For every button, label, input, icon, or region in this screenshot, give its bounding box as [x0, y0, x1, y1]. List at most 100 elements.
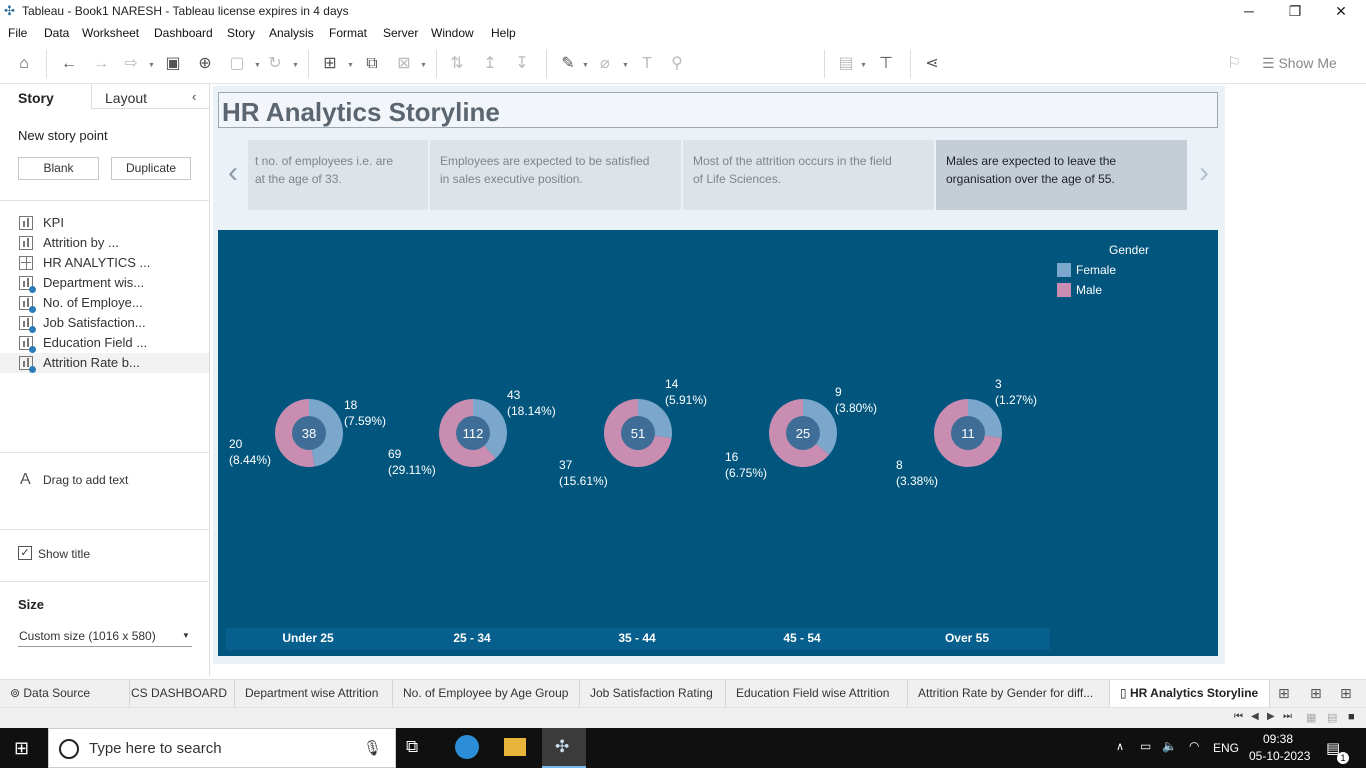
microphone-icon[interactable]: 🎙 — [363, 739, 382, 757]
edge-browser-icon[interactable] — [455, 735, 479, 759]
duplicate-sheet-icon[interactable]: ⧉ — [362, 54, 382, 74]
tableau-taskbar-icon[interactable]: ✣ — [542, 728, 586, 768]
story-point-caption[interactable]: Employees are expected to be satisfied in… — [430, 140, 681, 210]
sort-descending-icon[interactable]: ↧ — [512, 54, 532, 74]
story-point-caption[interactable]: Most of the attrition occurs in the fiel… — [683, 140, 934, 210]
new-worksheet-tab-icon[interactable]: ⊞ — [1278, 685, 1290, 702]
taskbar-search[interactable]: Type here to search 🎙 — [48, 728, 396, 768]
new-dashboard-tab-icon[interactable]: ⊞ — [1310, 685, 1322, 702]
replay-icon[interactable]: ⇨ — [121, 54, 141, 74]
next-sheet-icon[interactable]: ▶ — [1267, 711, 1275, 722]
language-indicator[interactable]: ENG — [1213, 741, 1239, 755]
menu-dashboard[interactable]: Dashboard — [154, 26, 213, 40]
story-title-box[interactable]: HR Analytics Storyline — [218, 92, 1218, 128]
restore-button[interactable]: ❐ — [1272, 0, 1318, 22]
collapse-panel-icon[interactable]: ‹ — [192, 89, 196, 104]
duplicate-button[interactable]: Duplicate — [111, 157, 191, 180]
home-icon[interactable]: ⌂ — [14, 54, 34, 74]
previous-story-point-icon[interactable]: ‹ — [218, 140, 248, 210]
story-point-caption[interactable]: t no. of employees i.e. are at the age of… — [248, 140, 428, 210]
show-mark-labels-icon[interactable]: T — [637, 54, 657, 74]
menu-analysis[interactable]: Analysis — [269, 26, 314, 40]
first-sheet-icon[interactable]: ⏮ — [1234, 711, 1243, 722]
chevron-down-icon[interactable]: ▼ — [860, 62, 867, 69]
story-point-caption-active[interactable]: Males are expected to leave the organisat… — [936, 140, 1187, 210]
prev-sheet-icon[interactable]: ◀ — [1251, 711, 1259, 722]
sheet-tab[interactable]: No. of Employee by Age Group — [393, 680, 580, 708]
new-story-tab-icon[interactable]: ⊞ — [1340, 685, 1352, 702]
blank-button[interactable]: Blank — [18, 157, 99, 180]
sheet-item[interactable]: Department wis... — [0, 273, 209, 293]
show-me-button[interactable]: ☰ Show Me — [1262, 55, 1337, 72]
menu-help[interactable]: Help — [491, 26, 516, 40]
sheet-item[interactable]: Attrition Rate b... — [0, 353, 209, 373]
sheet-tab[interactable]: Department wise Attrition — [235, 680, 393, 708]
sheet-item[interactable]: HR ANALYTICS ... — [0, 253, 209, 273]
fix-axes-icon[interactable]: ⚲ — [667, 54, 687, 74]
presentation-mode-icon[interactable]: ⊤ — [876, 54, 896, 74]
sheet-item[interactable]: KPI — [0, 213, 209, 233]
sheet-tab[interactable]: Education Field wise Attrition — [726, 680, 908, 708]
sheet-tab[interactable]: Attrition Rate by Gender for diff... — [908, 680, 1110, 708]
data-source-tab[interactable]: ⊚ Data Source — [0, 680, 130, 708]
sheet-item[interactable]: Job Satisfaction... — [0, 313, 209, 333]
show-cards-icon[interactable]: ▤ — [836, 54, 856, 74]
new-worksheet-icon[interactable]: ⊞ — [320, 54, 340, 74]
close-button[interactable]: ✕ — [1318, 0, 1364, 22]
pie-charts[interactable]: 38 112 51 25 11 — [218, 230, 1218, 656]
minimize-button[interactable]: ─ — [1226, 0, 1272, 22]
menu-format[interactable]: Format — [329, 26, 367, 40]
sheet-item[interactable]: No. of Employe... — [0, 293, 209, 313]
swap-rows-columns-icon[interactable]: ⇅ — [447, 54, 467, 74]
sort-ascending-icon[interactable]: ↥ — [480, 54, 500, 74]
menu-data[interactable]: Data — [44, 26, 69, 40]
filmstrip-icon[interactable]: ▤ — [1327, 711, 1337, 724]
chevron-down-icon[interactable]: ▼ — [582, 62, 589, 69]
chevron-down-icon[interactable]: ▼ — [292, 62, 299, 69]
next-story-point-icon[interactable]: › — [1189, 140, 1219, 210]
chevron-down-icon[interactable]: ▼ — [347, 62, 354, 69]
chevron-down-icon[interactable]: ▼ — [420, 62, 427, 69]
tabs-view-icon[interactable]: ■ — [1348, 711, 1355, 723]
menu-file[interactable]: File — [8, 26, 27, 40]
highlight-icon[interactable]: ✎ — [558, 54, 578, 74]
battery-icon[interactable]: ▭ — [1140, 739, 1151, 753]
menu-server[interactable]: Server — [383, 26, 418, 40]
clock-time[interactable]: 09:38 — [1263, 732, 1293, 746]
chevron-down-icon[interactable]: ▼ — [622, 62, 629, 69]
menu-window[interactable]: Window — [431, 26, 474, 40]
show-title-checkbox[interactable]: ✓ — [18, 546, 32, 560]
windows-start-icon[interactable]: ⊞ — [14, 738, 29, 759]
size-dropdown[interactable]: Custom size (1016 x 580) ▼ — [18, 624, 192, 647]
last-sheet-icon[interactable]: ⏭ — [1283, 711, 1292, 722]
sheet-item[interactable]: Attrition by ... — [0, 233, 209, 253]
chevron-down-icon[interactable]: ▼ — [254, 62, 261, 69]
share-icon[interactable]: ⋖ — [922, 54, 942, 74]
pause-updates-icon[interactable]: ▢ — [227, 54, 247, 74]
wifi-icon[interactable]: ◠ — [1189, 739, 1199, 753]
sheet-tab-active[interactable]: ▯ HR Analytics Storyline — [1110, 680, 1270, 708]
group-members-icon[interactable]: ⌀ — [595, 54, 615, 74]
save-icon[interactable]: ▣ — [163, 54, 183, 74]
refresh-icon[interactable]: ↻ — [265, 54, 285, 74]
clock-date[interactable]: 05-10-2023 — [1249, 749, 1310, 763]
sheet-tab[interactable]: CS DASHBOARD — [130, 680, 235, 708]
volume-icon[interactable]: 🔈 — [1162, 739, 1177, 753]
new-data-source-icon[interactable]: ⊕ — [195, 54, 215, 74]
sheet-tab[interactable]: Job Satisfaction Rating — [580, 680, 726, 708]
menu-story[interactable]: Story — [227, 26, 255, 40]
drag-to-add-text[interactable]: Drag to add text — [43, 473, 128, 487]
sheet-item[interactable]: Education Field ... — [0, 333, 209, 353]
chevron-up-icon[interactable]: ∧ — [1116, 740, 1124, 753]
menu-worksheet[interactable]: Worksheet — [82, 26, 139, 40]
redo-icon[interactable]: → — [91, 54, 111, 74]
chevron-down-icon[interactable]: ▼ — [148, 62, 155, 69]
undo-icon[interactable]: ← — [59, 54, 79, 74]
tab-story[interactable]: Story — [18, 90, 54, 106]
tab-layout[interactable]: Layout — [105, 90, 147, 106]
task-view-icon[interactable]: ⧉ — [406, 737, 418, 757]
format-painter-icon[interactable]: ⚐ — [1224, 54, 1244, 74]
file-explorer-icon[interactable] — [504, 738, 526, 756]
sheet-sorter-icon[interactable]: ▦ — [1306, 711, 1316, 724]
clear-sheet-icon[interactable]: ⊠ — [394, 54, 414, 74]
